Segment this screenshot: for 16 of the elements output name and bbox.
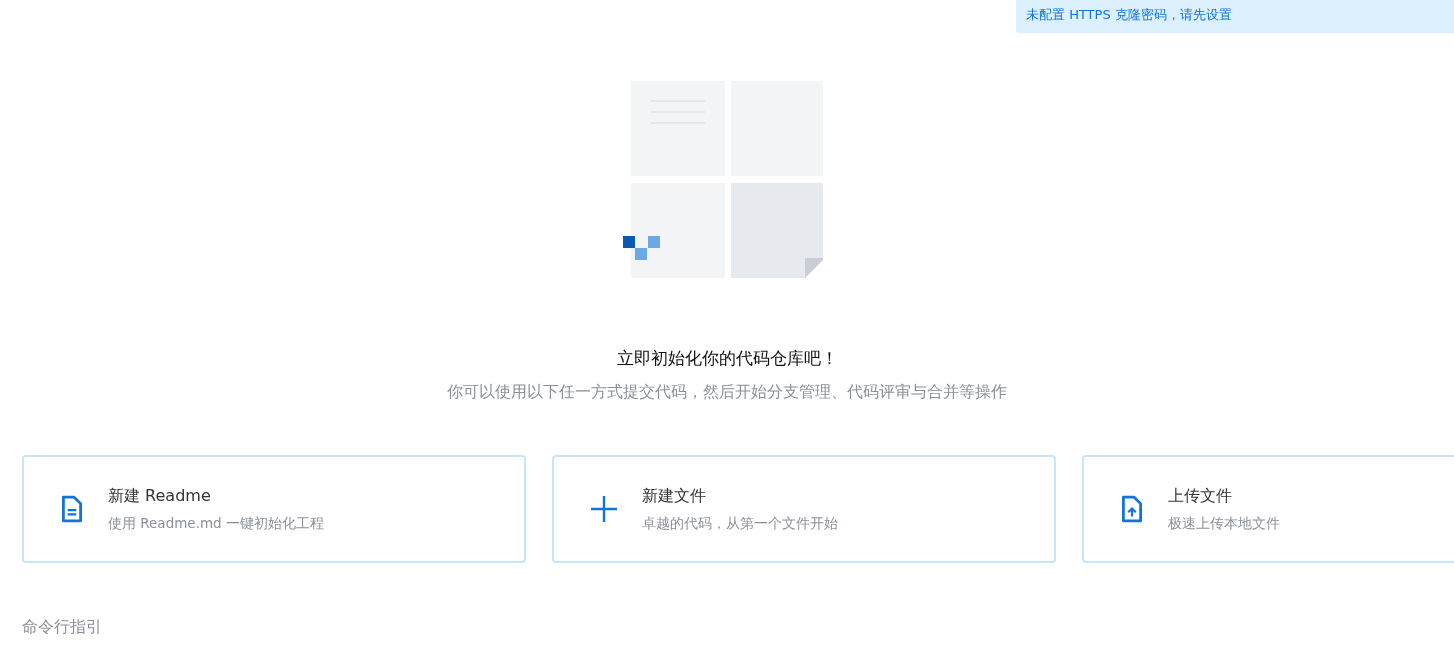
card-description: 使用 Readme.md 一键初始化工程 <box>108 514 324 533</box>
card-description: 极速上传本地文件 <box>1168 514 1280 533</box>
action-card[interactable]: 新建 Readme 使用 Readme.md 一键初始化工程 <box>22 455 526 563</box>
section-title: 命令行指引 <box>21 617 103 638</box>
card-title: 新建文件 <box>642 485 707 507</box>
notice-banner[interactable]: 未配置 HTTPS 克隆密码，请先设置 <box>1016 0 1454 33</box>
card-title: 新建 Readme <box>108 485 212 507</box>
card-title: 上传文件 <box>1168 485 1233 507</box>
action-card[interactable]: 上传文件 极速上传本地文件 <box>1082 455 1454 563</box>
document-icon <box>60 495 84 523</box>
plus-icon <box>590 495 618 523</box>
card-description: 卓越的代码，从第一个文件开始 <box>642 514 838 533</box>
empty-state-subtitle: 你可以使用以下任一方式提交代码，然后开始分支管理、代码评审与合并等操作 <box>447 382 1007 403</box>
empty-state-title: 立即初始化你的代码仓库吧！ <box>616 347 838 370</box>
file-upload-icon <box>1120 495 1144 523</box>
action-card[interactable]: 新建文件 卓越的代码，从第一个文件开始 <box>552 455 1056 563</box>
